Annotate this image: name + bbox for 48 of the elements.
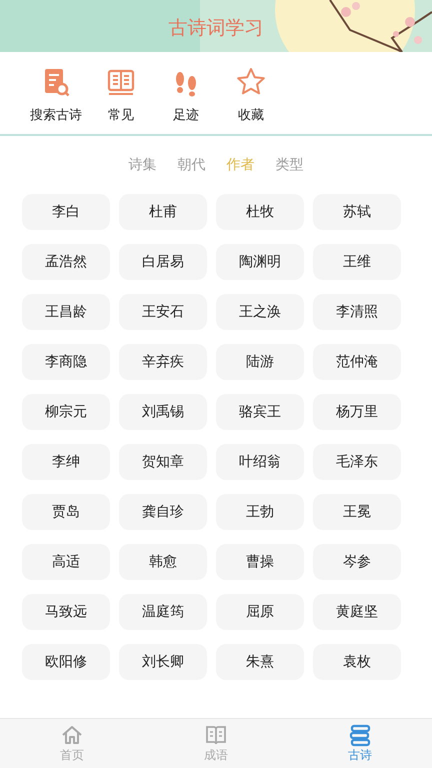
author-button[interactable]: 贺知章 bbox=[119, 444, 207, 480]
author-button[interactable]: 王勃 bbox=[216, 494, 304, 530]
author-button[interactable]: 马致远 bbox=[22, 594, 110, 630]
author-button[interactable]: 朱熹 bbox=[216, 644, 304, 680]
author-button[interactable]: 黄庭坚 bbox=[313, 594, 401, 630]
author-button[interactable]: 范仲淹 bbox=[313, 344, 401, 380]
author-button[interactable]: 杜甫 bbox=[119, 194, 207, 230]
author-button[interactable]: 王安石 bbox=[119, 294, 207, 330]
author-button[interactable]: 温庭筠 bbox=[119, 594, 207, 630]
shortcut-label[interactable]: 足迹 bbox=[173, 106, 199, 124]
author-button[interactable]: 龚自珍 bbox=[119, 494, 207, 530]
author-button[interactable]: 李绅 bbox=[22, 444, 110, 480]
author-button[interactable]: 岑参 bbox=[313, 544, 401, 580]
author-button[interactable]: 屈原 bbox=[216, 594, 304, 630]
author-button[interactable]: 骆宾王 bbox=[216, 394, 304, 430]
author-button[interactable]: 李清照 bbox=[313, 294, 401, 330]
book-icon bbox=[204, 723, 228, 747]
author-button[interactable]: 李白 bbox=[22, 194, 110, 230]
author-button[interactable]: 贾岛 bbox=[22, 494, 110, 530]
author-button[interactable]: 曹操 bbox=[216, 544, 304, 580]
author-button[interactable]: 辛弃疾 bbox=[119, 344, 207, 380]
author-button[interactable]: 王之涣 bbox=[216, 294, 304, 330]
author-button[interactable]: 王维 bbox=[313, 244, 401, 280]
shortcut-label[interactable]: 收藏 bbox=[238, 106, 264, 124]
author-button[interactable]: 刘禹锡 bbox=[119, 394, 207, 430]
author-button[interactable]: 孟浩然 bbox=[22, 244, 110, 280]
author-button[interactable]: 柳宗元 bbox=[22, 394, 110, 430]
author-button[interactable]: 陶渊明 bbox=[216, 244, 304, 280]
shortcut-label[interactable]: 搜索古诗 bbox=[30, 106, 82, 124]
author-button[interactable]: 欧阳修 bbox=[22, 644, 110, 680]
author-button[interactable]: 韩愈 bbox=[119, 544, 207, 580]
stacked-books-icon bbox=[348, 723, 372, 747]
author-button[interactable]: 刘长卿 bbox=[119, 644, 207, 680]
author-button[interactable]: 王冕 bbox=[313, 494, 401, 530]
author-button[interactable]: 袁枚 bbox=[313, 644, 401, 680]
author-button[interactable]: 毛泽东 bbox=[313, 444, 401, 480]
author-button[interactable]: 陆游 bbox=[216, 344, 304, 380]
author-button[interactable]: 高适 bbox=[22, 544, 110, 580]
app-title: 古诗词学习 bbox=[168, 16, 264, 41]
author-button[interactable]: 李商隐 bbox=[22, 344, 110, 380]
author-button[interactable]: 叶绍翁 bbox=[216, 444, 304, 480]
author-button[interactable]: 杜牧 bbox=[216, 194, 304, 230]
author-button[interactable]: 白居易 bbox=[119, 244, 207, 280]
home-icon bbox=[60, 723, 84, 747]
author-button[interactable]: 王昌龄 bbox=[22, 294, 110, 330]
author-button[interactable]: 杨万里 bbox=[313, 394, 401, 430]
author-button[interactable]: 苏轼 bbox=[313, 194, 401, 230]
shortcut-label[interactable]: 常见 bbox=[108, 106, 134, 124]
